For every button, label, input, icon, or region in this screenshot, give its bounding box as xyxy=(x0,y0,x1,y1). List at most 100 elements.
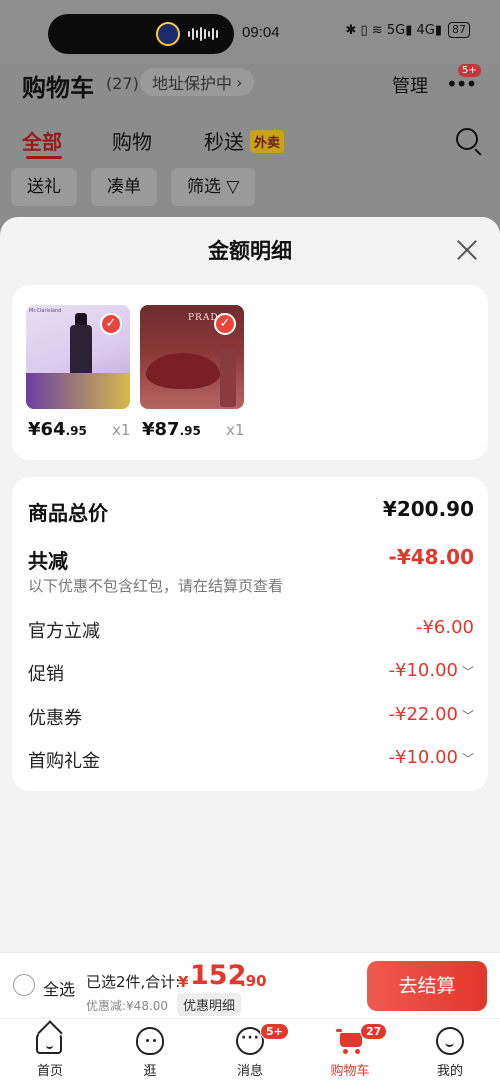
battery-icon: 87 xyxy=(448,22,470,38)
discount-value: -¥22.00 xyxy=(388,704,458,725)
product-item[interactable]: PRADA ✓ ¥87.95 x1 xyxy=(140,305,246,440)
selected-count-text: 已选2件,合计: xyxy=(86,973,181,991)
product-price: ¥64.95 xyxy=(28,419,87,440)
status-bar: 09:04 ✱ ▯ ≋ 5G▮ 4G▮ 87 xyxy=(0,0,500,64)
chevron-down-icon[interactable]: ﹀ xyxy=(462,707,474,724)
filter-gift[interactable]: 送礼 xyxy=(11,168,77,206)
discount-row-first-purchase[interactable]: 首购礼金 -¥10.00 ﹀ xyxy=(28,747,474,773)
profile-icon xyxy=(436,1027,464,1055)
nav-item-home[interactable]: 首页 xyxy=(10,1019,90,1085)
product-brand: Mr.Clarisland xyxy=(29,308,62,314)
nav-item-cart[interactable]: 27 购物车 xyxy=(310,1019,390,1085)
selected-check-icon[interactable]: ✓ xyxy=(214,313,236,335)
filter-bundle[interactable]: 凑单 xyxy=(91,168,157,206)
messages-badge: 5+ xyxy=(260,1023,289,1040)
discount-value: -¥10.00 xyxy=(388,660,458,681)
discount-value-group: -¥10.00 ﹀ xyxy=(389,660,475,681)
page-title: 购物车 xyxy=(22,74,94,102)
discount-value: -¥6.00 xyxy=(415,617,474,638)
price-summary-card: 商品总价 ¥200.90 共减 -¥48.00 以下优惠不包含红包，请在结算页查… xyxy=(12,477,488,791)
product-quantity: x1 xyxy=(226,421,245,439)
discount-value: -¥10.00 xyxy=(388,747,458,768)
discount-label: 官方立减 xyxy=(28,621,100,642)
checkout-button[interactable]: 去结算 xyxy=(367,961,487,1011)
price-integer: ¥87 xyxy=(142,419,180,440)
discount-label: 促销 xyxy=(28,664,64,685)
chevron-down-icon[interactable]: ﹀ xyxy=(462,750,474,767)
cart-wheel-shape xyxy=(355,1049,360,1054)
selected-check-icon[interactable]: ✓ xyxy=(100,313,122,335)
discount-note: 以下优惠不包含红包，请在结算页查看 xyxy=(28,577,284,595)
total-amount-decimal: .90 xyxy=(240,972,267,990)
select-all-radio[interactable] xyxy=(13,974,35,996)
bottle-shape xyxy=(70,325,92,377)
total-price-label: 商品总价 xyxy=(28,501,108,525)
product-price: ¥87.95 xyxy=(142,419,201,440)
nav-item-profile[interactable]: 我的 xyxy=(410,1019,490,1085)
audio-wave-icon xyxy=(188,26,222,42)
clock: 09:04 xyxy=(242,24,280,41)
cart-body-shape xyxy=(340,1033,362,1047)
total-currency: ¥ xyxy=(178,973,189,991)
total-discount-label: 共减 xyxy=(28,549,68,573)
tab-flash-delivery[interactable]: 秒送 xyxy=(204,126,244,155)
music-avatar-icon xyxy=(156,22,180,46)
status-indicators: ✱ ▯ ≋ 5G▮ 4G▮ 87 xyxy=(346,22,470,38)
address-label: 地址保护中 xyxy=(152,74,233,93)
manage-button[interactable]: 管理 xyxy=(392,72,428,98)
close-icon[interactable] xyxy=(454,237,480,263)
discount-row-official: 官方立减 -¥6.00 xyxy=(28,617,474,643)
discount-label: 首购礼金 xyxy=(28,751,100,772)
checkout-bar: 全选 已选2件,合计: ¥ 152 .90 优惠减:¥48.00 优惠明细 去结… xyxy=(0,952,500,1018)
filter-sort[interactable]: 筛选 ▽ xyxy=(171,168,256,206)
cart-wheel-shape xyxy=(343,1049,348,1054)
dynamic-island xyxy=(48,14,234,54)
total-discount-value: -¥48.00 xyxy=(388,545,474,569)
tab-underline xyxy=(26,156,62,159)
discount-row-promotion[interactable]: 促销 -¥10.00 ﹀ xyxy=(28,660,474,686)
lips-shape xyxy=(146,353,220,389)
address-protection-pill[interactable]: 地址保护中 › xyxy=(140,68,255,96)
filter-row: 送礼 凑单 筛选 ▽ xyxy=(0,168,500,208)
nav-label: 我的 xyxy=(436,1064,463,1079)
discount-detail-button[interactable]: 优惠明细 xyxy=(177,993,242,1016)
takeout-tag: 外卖 xyxy=(250,130,285,153)
cart-tabs: 全部 购物 秒送 外卖 xyxy=(0,124,500,164)
more-badge: 5+ xyxy=(458,64,481,77)
price-decimal: .95 xyxy=(65,424,87,438)
nav-item-messages[interactable]: 5+ 消息 xyxy=(210,1019,290,1085)
total-amount-integer: 152 xyxy=(190,960,247,991)
discount-summary: 优惠减:¥48.00 xyxy=(86,999,169,1013)
browse-icon xyxy=(136,1027,164,1055)
nav-label: 消息 xyxy=(236,1064,263,1079)
tab-all[interactable]: 全部 xyxy=(22,126,62,155)
product-quantity: x1 xyxy=(112,421,131,439)
price-decimal: .95 xyxy=(179,424,201,438)
bottom-nav: 首页 逛 5+ 消息 27 购物车 我的 xyxy=(0,1018,500,1085)
discount-label: 优惠券 xyxy=(28,708,82,729)
discount-row-coupon[interactable]: 优惠券 -¥22.00 ﹀ xyxy=(28,704,474,730)
sheet-title: 金额明细 xyxy=(208,239,292,263)
cart-header: 购物车 (27) 地址保护中 › 管理 ••• 5+ xyxy=(0,64,500,124)
total-discount-row: 共减 -¥48.00 xyxy=(28,545,474,573)
signal-icons: ✱ ▯ ≋ 5G▮ 4G▮ xyxy=(345,22,442,38)
search-icon[interactable] xyxy=(456,128,478,150)
cart-count: (27) xyxy=(106,74,139,93)
nav-item-browse[interactable]: 逛 xyxy=(110,1019,190,1085)
lipstick-tube-shape xyxy=(220,349,236,407)
product-item[interactable]: Mr.Clarisland ✓ ¥64.95 x1 xyxy=(26,305,132,440)
total-price-value: ¥200.90 xyxy=(382,497,474,521)
cart-badge: 27 xyxy=(360,1023,388,1040)
tab-shopping[interactable]: 购物 xyxy=(112,126,152,155)
home-icon xyxy=(36,1032,62,1054)
nav-label: 逛 xyxy=(143,1064,157,1079)
select-all-label[interactable]: 全选 xyxy=(43,976,75,1000)
price-integer: ¥64 xyxy=(28,419,66,440)
chevron-right-icon: › xyxy=(236,72,243,92)
nav-label: 首页 xyxy=(36,1064,63,1079)
selected-products-card: Mr.Clarisland ✓ ¥64.95 x1 PRADA ✓ ¥87.95… xyxy=(12,285,488,460)
nav-label: 购物车 xyxy=(330,1064,370,1079)
chevron-down-icon[interactable]: ﹀ xyxy=(462,663,474,680)
product-image-lipstick: PRADA ✓ xyxy=(140,305,244,409)
product-image-serum: Mr.Clarisland ✓ xyxy=(26,305,130,409)
